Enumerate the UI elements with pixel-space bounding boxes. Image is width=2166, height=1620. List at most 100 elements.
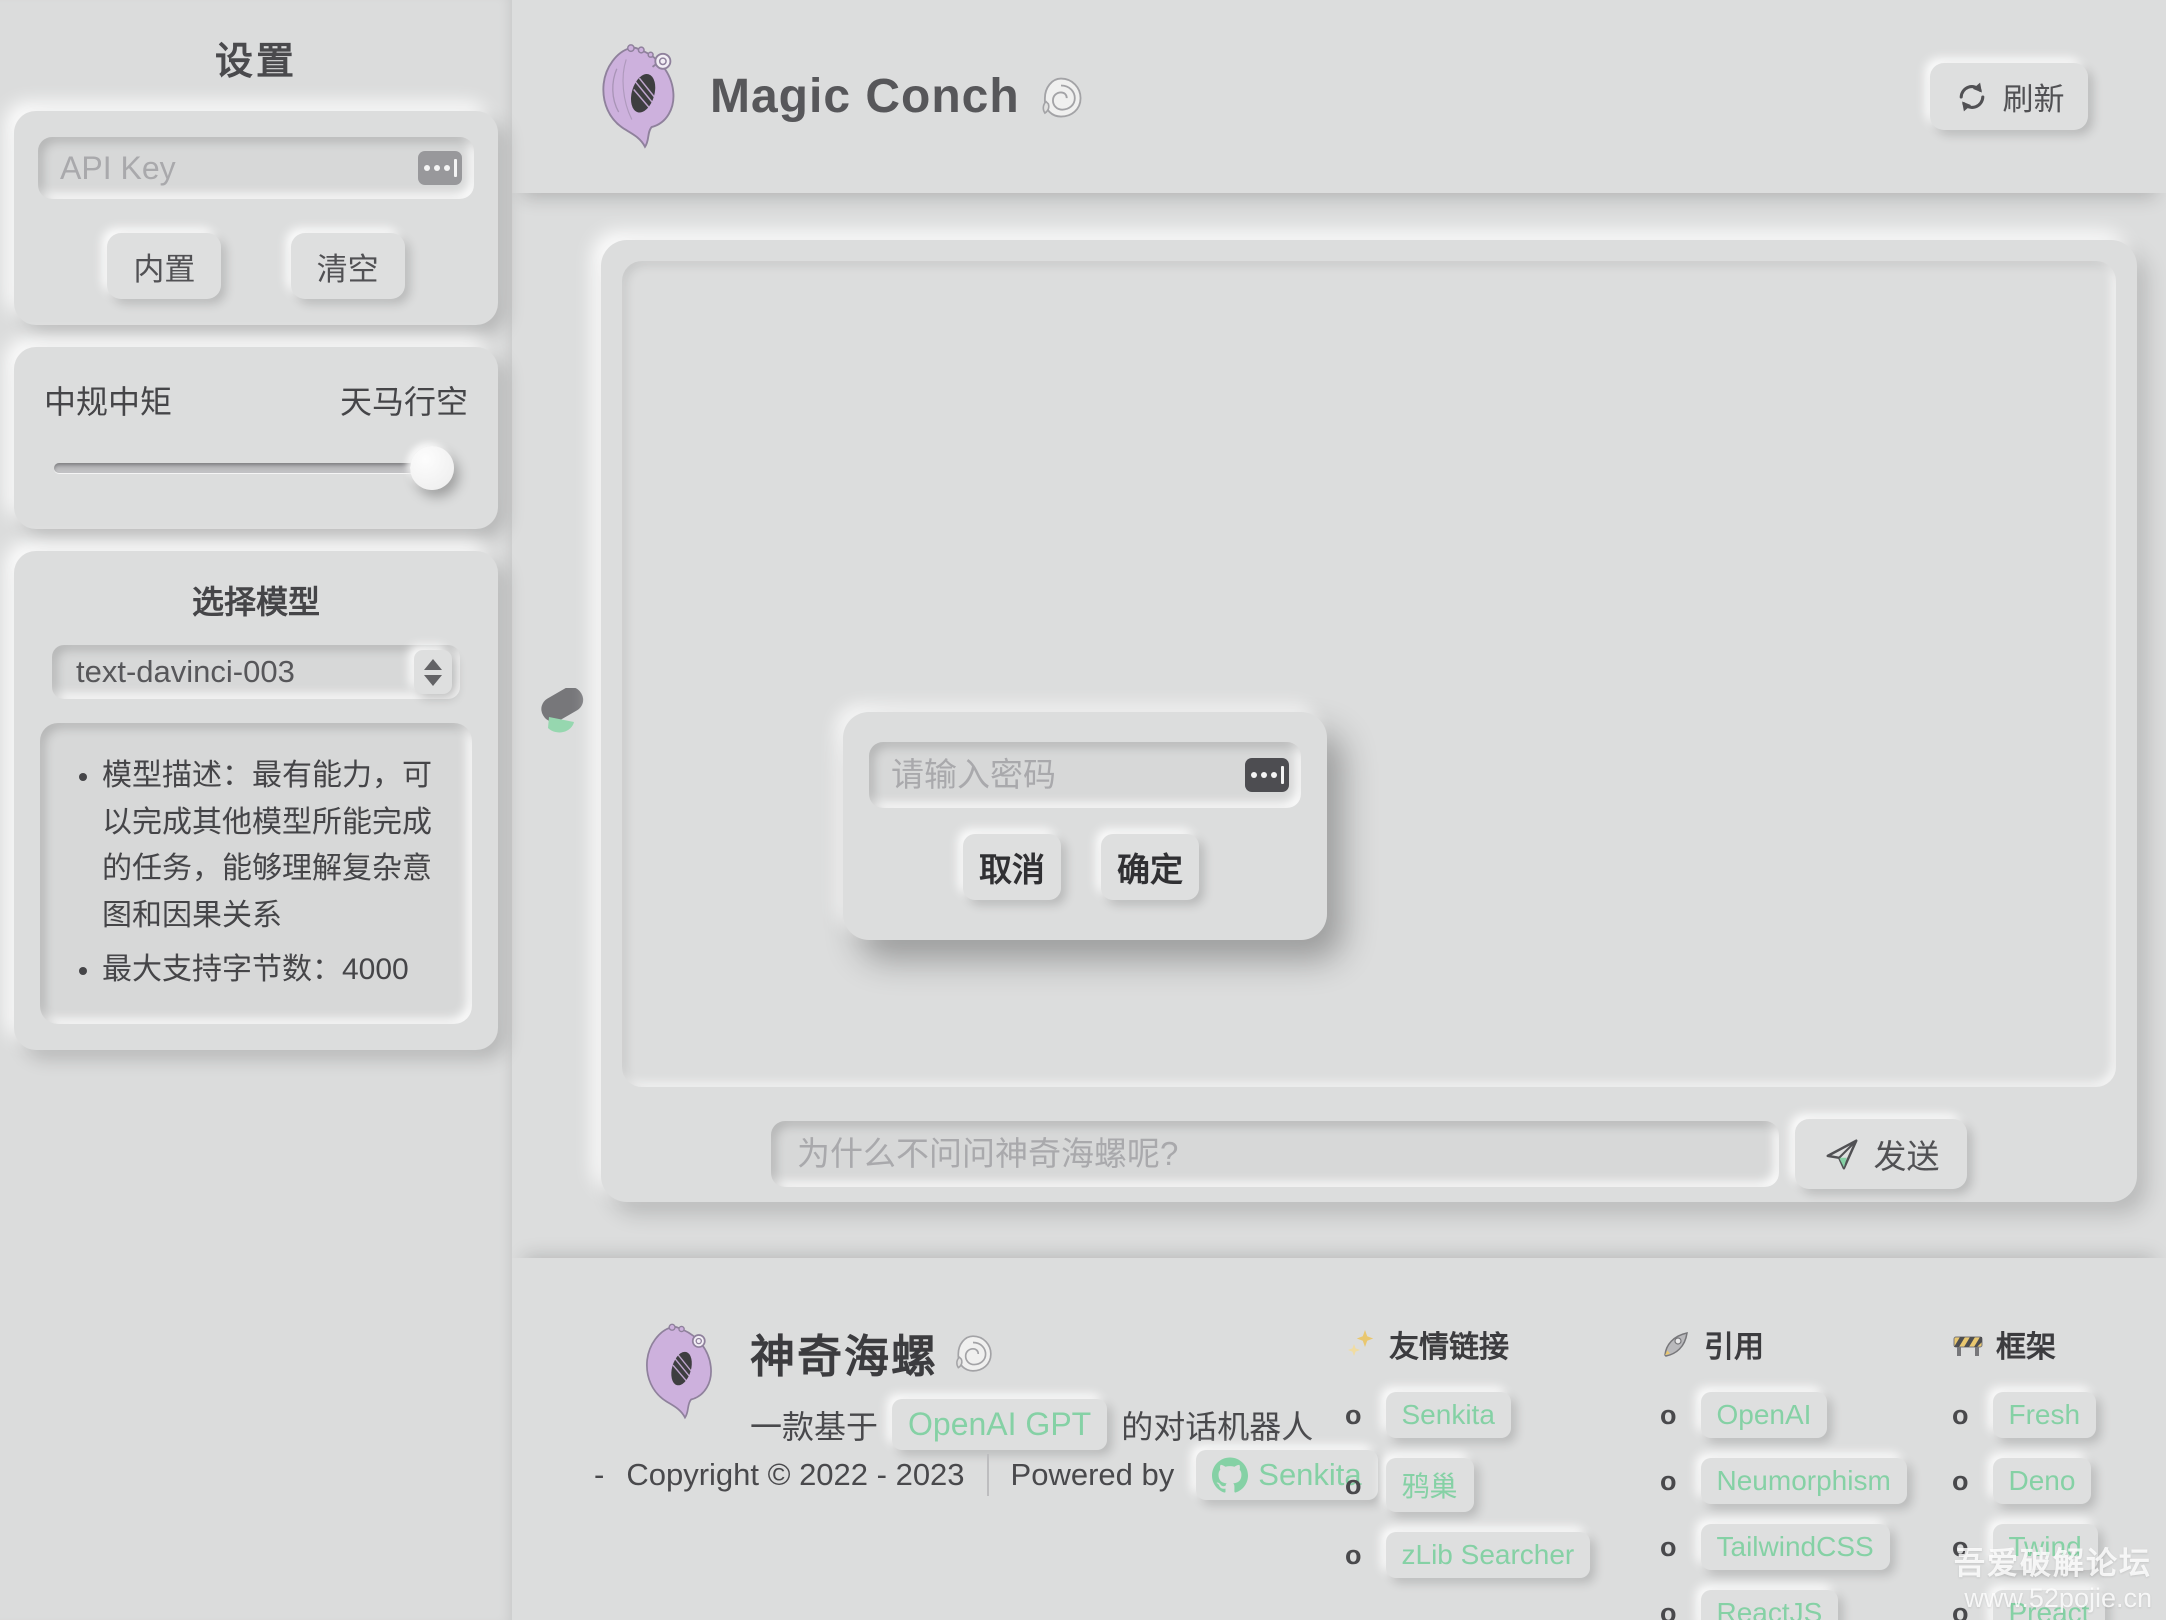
footer-link[interactable]: zLib Searcher: [1385, 1532, 1591, 1578]
footer-link-item: o Fresh: [1952, 1392, 2105, 1438]
bullet-marker: o: [1660, 1531, 1677, 1562]
footer-link[interactable]: ReactJS: [1700, 1590, 1839, 1620]
api-key-input[interactable]: [38, 137, 474, 199]
copyright-text: Copyright © 2022 - 2023: [626, 1457, 965, 1492]
password-field-wrap: [869, 742, 1301, 808]
bullet-marker: o: [1345, 1539, 1362, 1570]
footer-brand: 神奇海螺 一款基于 OpenAI GPT 的对话机器人: [642, 1320, 1313, 1450]
footer-subtitle-suffix: 的对话机器人: [1121, 1408, 1314, 1445]
slider-track[interactable]: [54, 463, 452, 473]
settings-sidebar: 设置 内置 清空 中规中矩 天马行空 选择模: [0, 0, 512, 1620]
footer-link-item: o OpenAI: [1660, 1392, 1907, 1438]
bullet-marker: o: [1660, 1597, 1677, 1620]
chat-input-wrap: [771, 1121, 1779, 1187]
bullet-marker: o: [1660, 1399, 1677, 1430]
refresh-icon: [1959, 82, 1984, 111]
conch-logo: [602, 43, 675, 149]
api-key-buttons: 内置 清空: [38, 233, 474, 299]
openai-gpt-link[interactable]: OpenAI GPT: [892, 1399, 1108, 1450]
main-area: Magic Conch 刷新 为什么不问问神奇海螺呢? 发送 请输入密码 取消 …: [512, 0, 2166, 1620]
builtin-button[interactable]: 内置: [107, 233, 222, 299]
footer-link[interactable]: Fresh: [1992, 1392, 2097, 1438]
footer-link-item: o 鸦巢: [1345, 1458, 1590, 1512]
sidebar-title: 设置: [214, 41, 297, 83]
dash-marker: -: [594, 1457, 605, 1492]
chat-input[interactable]: [771, 1121, 1779, 1187]
footer-link[interactable]: Deno: [1992, 1458, 2092, 1504]
vertical-divider: [986, 1454, 989, 1496]
slider-right-label: 天马行空: [339, 384, 468, 420]
drawer-toggle-icon[interactable]: [528, 686, 594, 746]
conch-logo: [646, 1323, 712, 1420]
footer-link-list: o Senkita o 鸦巢 o zLib Searcher: [1345, 1392, 1591, 1578]
github-icon: [1212, 1457, 1249, 1493]
footer: 神奇海螺 一款基于 OpenAI GPT 的对话机器人 - Copyright …: [512, 1258, 2166, 1620]
paper-plane-icon: [1826, 1139, 1857, 1170]
confirm-button[interactable]: 确定: [1101, 834, 1199, 900]
modal-buttons: 取消 确定: [869, 834, 1301, 900]
temperature-card: 中规中矩 天马行空: [14, 347, 498, 529]
api-key-card: 内置 清空: [14, 111, 498, 325]
app-title: Magic Conch: [710, 70, 1020, 123]
select-arrows-icon: [414, 650, 452, 694]
footer-link-item: o Neumorphism: [1660, 1458, 1907, 1504]
footer-link-item: o TailwindCSS: [1660, 1524, 1907, 1570]
bullet-marker: o: [1660, 1465, 1677, 1496]
slider-handle[interactable]: [410, 446, 455, 490]
shell-icon: [956, 1334, 992, 1372]
api-key-field-wrap: [38, 137, 474, 199]
temperature-slider[interactable]: [54, 445, 455, 503]
watermark-line2: www.52pojie.cn: [1964, 1583, 2152, 1613]
construction-icon: [1953, 1336, 1983, 1356]
watermark: 吾爱破解论坛 www.52pojie.cn: [1954, 1538, 2152, 1614]
model-card: 选择模型 text-davinci-003 模型描述：最有能力，可以完成其他模型…: [14, 551, 498, 1050]
shell-icon: [1042, 77, 1082, 117]
footer-link[interactable]: Neumorphism: [1700, 1458, 1907, 1504]
bullet-marker: o: [1345, 1399, 1362, 1430]
footer-link-item: o zLib Searcher: [1345, 1532, 1591, 1578]
footer-link[interactable]: Senkita: [1385, 1392, 1511, 1438]
footer-link[interactable]: OpenAI: [1700, 1392, 1828, 1438]
powered-by-text: Powered by: [1010, 1457, 1175, 1492]
magic-conch-app: 设置 内置 清空 中规中矩 天马行空 选择模: [0, 0, 2166, 1620]
refresh-label: 刷新: [2002, 82, 2065, 117]
model-description-box: 模型描述：最有能力，可以完成其他模型所能完成的任务，能够理解复杂意图和因果关系 …: [40, 723, 472, 1024]
model-select-title: 选择模型: [191, 584, 320, 620]
model-selected-value: text-davinci-003: [76, 654, 295, 689]
footer-column-title: 友情链接: [1389, 1331, 1509, 1364]
model-select[interactable]: text-davinci-003: [52, 645, 460, 699]
bullet-marker: o: [1345, 1469, 1362, 1500]
password-input[interactable]: [869, 742, 1301, 808]
model-description-list: 模型描述：最有能力，可以完成其他模型所能完成的任务，能够理解复杂意图和因果关系 …: [66, 753, 454, 994]
footer-link-item: o ReactJS: [1660, 1590, 1907, 1620]
bullet-marker: o: [1952, 1399, 1969, 1430]
main-header: Magic Conch 刷新: [512, 0, 2166, 193]
footer-link-item: o Senkita: [1345, 1392, 1590, 1438]
copyright-row: - Copyright © 2022 - 2023 Powered by Sen…: [594, 1450, 1410, 1500]
footer-link-item: o Deno: [1952, 1458, 2105, 1504]
model-description-item: 模型描述：最有能力，可以完成其他模型所能完成的任务，能够理解复杂意图和因果关系: [102, 753, 454, 939]
password-autofill-icon[interactable]: [1245, 758, 1289, 792]
chat-history: [622, 261, 2116, 1087]
footer-column-title: 引用: [1704, 1331, 1764, 1364]
footer-link-list: o OpenAI o Neumorphism o TailwindCSS o R…: [1660, 1392, 1907, 1620]
footer-column-title: 框架: [1996, 1331, 2056, 1364]
rocket-icon: [1664, 1332, 1688, 1357]
watermark-line1: 吾爱破解论坛: [1954, 1546, 2152, 1581]
footer-column-friend-links: 友情链接 o Senkita o 鸦巢 o zLib Searcher: [1345, 1322, 1591, 1598]
send-label: 发送: [1873, 1138, 1940, 1175]
password-autofill-icon[interactable]: [418, 151, 462, 185]
chat-panel: 发送: [601, 240, 2137, 1202]
bullet-marker: o: [1952, 1465, 1969, 1496]
footer-link[interactable]: TailwindCSS: [1700, 1524, 1890, 1570]
sparkles-icon: [1348, 1330, 1374, 1356]
refresh-button[interactable]: 刷新: [1930, 63, 2088, 130]
slider-left-label: 中规中矩: [44, 384, 173, 420]
chat-input-row: 发送: [622, 1119, 2116, 1189]
footer-link[interactable]: 鸦巢: [1385, 1458, 1474, 1512]
footer-subtitle-prefix: 一款基于: [750, 1408, 879, 1445]
clear-button[interactable]: 清空: [290, 233, 405, 299]
model-description-item: 最大支持字节数：4000: [102, 947, 454, 994]
cancel-button[interactable]: 取消: [963, 834, 1061, 900]
send-button[interactable]: 发送: [1795, 1119, 1967, 1189]
